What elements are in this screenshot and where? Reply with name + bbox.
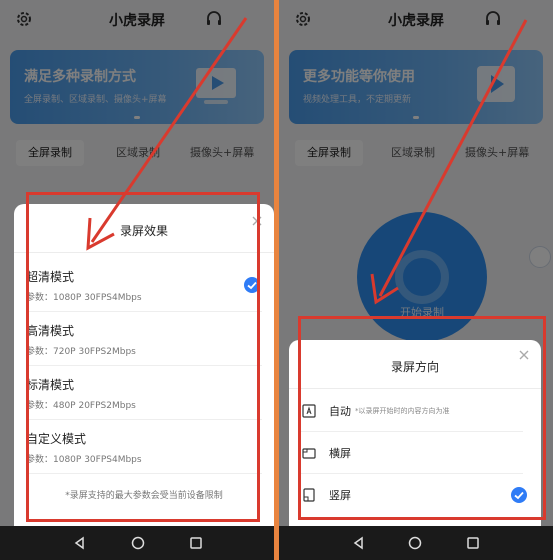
home-nav-icon[interactable]	[407, 535, 423, 551]
annotation-highlight-box	[298, 316, 546, 520]
recents-nav-icon[interactable]	[188, 535, 204, 551]
home-nav-icon[interactable]	[130, 535, 146, 551]
recents-nav-icon[interactable]	[465, 535, 481, 551]
back-nav-icon[interactable]	[72, 535, 88, 551]
back-nav-icon[interactable]	[351, 535, 367, 551]
system-nav-bar	[0, 526, 274, 560]
system-nav-bar	[279, 526, 553, 560]
annotation-highlight-box	[26, 192, 260, 522]
